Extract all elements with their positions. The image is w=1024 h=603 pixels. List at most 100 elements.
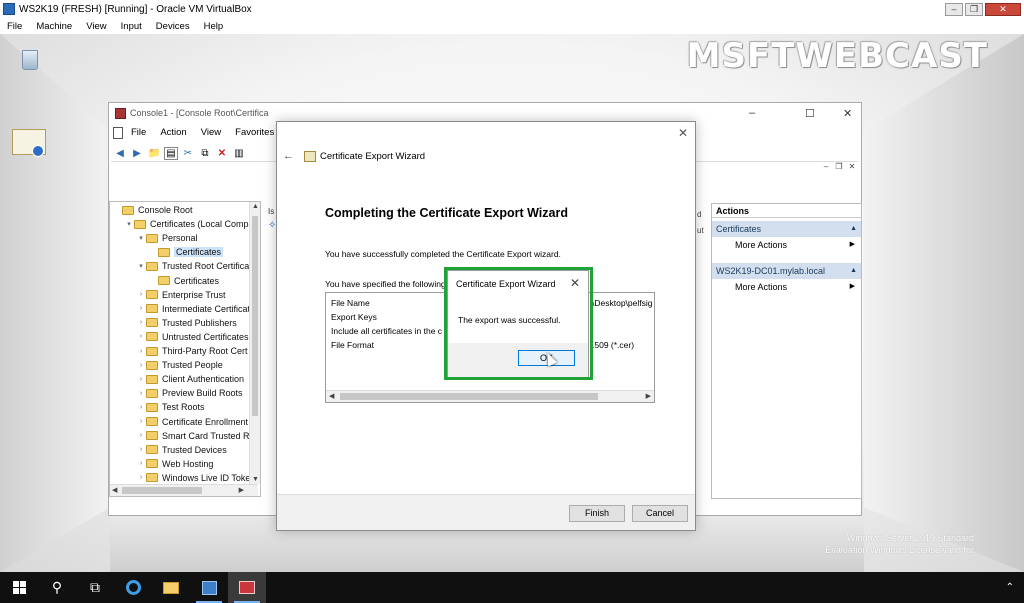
tree-item[interactable]: › Intermediate Certificate bbox=[136, 302, 255, 316]
tree-item[interactable]: ▾ Personal bbox=[136, 231, 197, 245]
restore-icon[interactable]: ❐ bbox=[965, 2, 983, 16]
dialog-footer: OK bbox=[448, 343, 588, 377]
tree-item[interactable]: › Windows Live ID Toke bbox=[136, 471, 251, 485]
tree-item[interactable]: › Test Roots bbox=[136, 400, 205, 414]
taskbar-file-explorer[interactable] bbox=[152, 572, 190, 603]
tree-item[interactable]: › Untrusted Certificates bbox=[136, 330, 249, 344]
recycle-bin-icon[interactable] bbox=[14, 44, 46, 74]
tree-item[interactable]: Certificates bbox=[148, 274, 219, 288]
task-view-icon[interactable]: ⧉ bbox=[76, 572, 114, 603]
menu-machine[interactable]: Machine bbox=[29, 21, 79, 32]
taskbar-mmc[interactable] bbox=[228, 572, 266, 603]
mmc-menu-file[interactable]: File bbox=[125, 127, 154, 139]
tree-item[interactable]: › Web Hosting bbox=[136, 457, 214, 471]
expand-arrow-icon[interactable]: › bbox=[136, 404, 146, 411]
expand-arrow-icon[interactable]: › bbox=[136, 446, 146, 453]
tree-item[interactable]: › Trusted Devices bbox=[136, 443, 227, 457]
mmc-menu-action[interactable]: Action bbox=[154, 127, 194, 139]
taskbar: ⚲ ⧉ ⌃ bbox=[0, 572, 1024, 603]
tree-item[interactable]: › Trusted People bbox=[136, 358, 223, 372]
folder-icon bbox=[146, 290, 158, 300]
taskbar-internet-explorer[interactable] bbox=[114, 572, 152, 603]
tree-item[interactable]: › Client Authentication bbox=[136, 372, 244, 386]
tree-item[interactable]: › Smart Card Trusted R bbox=[136, 429, 250, 443]
search-icon[interactable]: ⚲ bbox=[38, 572, 76, 603]
dialog-close-icon[interactable]: ✕ bbox=[570, 276, 580, 290]
expand-arrow-icon[interactable]: › bbox=[136, 291, 146, 298]
up-folder-icon[interactable]: 📁 bbox=[147, 147, 161, 160]
tree-item[interactable]: Certificates bbox=[148, 245, 224, 259]
tree-item[interactable]: › Preview Build Roots bbox=[136, 386, 243, 400]
menu-help[interactable]: Help bbox=[197, 21, 231, 32]
expand-arrow-icon[interactable]: › bbox=[136, 432, 146, 439]
tree-vscroll-thumb[interactable] bbox=[252, 216, 258, 416]
expand-arrow-icon[interactable]: › bbox=[136, 418, 146, 425]
show-hide-tree-icon[interactable]: ▤ bbox=[164, 146, 178, 160]
cancel-button[interactable]: Cancel bbox=[632, 505, 688, 522]
close-icon[interactable]: ✕ bbox=[843, 107, 852, 120]
back-icon[interactable]: ◀ bbox=[113, 147, 127, 160]
wizard-close-icon[interactable]: ✕ bbox=[678, 126, 688, 140]
actions-section-certificates[interactable]: Certificates ▲ bbox=[712, 221, 861, 237]
expand-arrow-icon[interactable]: › bbox=[136, 390, 146, 397]
mdi-restore-icon[interactable]: ❐ bbox=[834, 163, 844, 172]
menu-file[interactable]: File bbox=[0, 21, 29, 32]
collapse-icon[interactable]: ▲ bbox=[850, 263, 857, 279]
expand-arrow-icon[interactable]: › bbox=[136, 460, 146, 467]
mmc-menu-view[interactable]: View bbox=[195, 127, 229, 139]
mmc-menu-favorites[interactable]: Favorites bbox=[229, 127, 282, 139]
collapse-icon[interactable]: ▲ bbox=[850, 221, 857, 237]
expand-arrow-icon[interactable]: › bbox=[136, 348, 146, 355]
menu-view[interactable]: View bbox=[79, 21, 113, 32]
tree-horizontal-scrollbar[interactable]: ◀ ▶ bbox=[110, 484, 258, 496]
expand-arrow-icon[interactable]: › bbox=[136, 362, 146, 369]
start-button[interactable] bbox=[0, 572, 38, 603]
delete-icon[interactable]: ✕ bbox=[215, 147, 229, 160]
tree-item-label: Console Root bbox=[138, 205, 193, 215]
taskbar-server-manager[interactable] bbox=[190, 572, 228, 603]
certificate-file-icon[interactable] bbox=[10, 127, 48, 163]
tree-item[interactable]: ▾ Trusted Root Certifica bbox=[136, 259, 249, 273]
tree-hscroll-thumb[interactable] bbox=[122, 487, 202, 494]
actions-section-host[interactable]: WS2K19-DC01.mylab.local ▲ bbox=[712, 263, 861, 279]
back-arrow-icon[interactable]: ← bbox=[283, 150, 294, 162]
expand-arrow-icon[interactable]: › bbox=[136, 376, 146, 383]
actions-section-certificates-label: Certificates bbox=[716, 224, 762, 234]
expand-arrow-icon[interactable]: › bbox=[136, 319, 146, 326]
copy-icon[interactable]: ⧉ bbox=[198, 147, 212, 160]
more-actions-label: More Actions bbox=[735, 240, 788, 250]
menu-input[interactable]: Input bbox=[114, 21, 149, 32]
expand-arrow-icon[interactable]: ▾ bbox=[124, 220, 134, 228]
cut-icon[interactable]: ✂ bbox=[181, 147, 195, 160]
actions-more-actions-2[interactable]: More Actions ▶ bbox=[712, 279, 861, 295]
tree-vertical-scrollbar[interactable]: ▲ ▼ bbox=[249, 202, 260, 484]
maximize-icon[interactable]: ☐ bbox=[805, 107, 815, 120]
properties-icon[interactable]: ▥ bbox=[232, 147, 246, 160]
expand-arrow-icon[interactable]: ▾ bbox=[136, 234, 146, 242]
summary-scroll-thumb[interactable] bbox=[340, 393, 598, 400]
tree-item[interactable]: Console Root bbox=[112, 203, 193, 217]
finish-button[interactable]: Finish bbox=[569, 505, 625, 522]
summary-row-file-format: File Format bbox=[331, 340, 374, 350]
forward-icon[interactable]: ▶ bbox=[130, 147, 144, 160]
tree-item[interactable]: ▾ Certificates (Local Compi bbox=[124, 217, 250, 231]
summary-horizontal-scrollbar[interactable]: ◀ ▶ bbox=[326, 390, 654, 402]
actions-more-actions-1[interactable]: More Actions ▶ bbox=[712, 237, 861, 253]
expand-arrow-icon[interactable]: › bbox=[136, 333, 146, 340]
close-icon[interactable]: ✕ bbox=[985, 2, 1021, 16]
minimize-icon[interactable]: – bbox=[945, 2, 963, 16]
folder-icon bbox=[146, 417, 158, 426]
mdi-minimize-icon[interactable]: – bbox=[821, 163, 831, 172]
expand-arrow-icon[interactable]: ▾ bbox=[136, 262, 146, 270]
expand-arrow-icon[interactable]: › bbox=[136, 474, 146, 481]
show-hidden-icons-icon[interactable]: ⌃ bbox=[1006, 582, 1014, 593]
folder-icon bbox=[146, 304, 158, 314]
mdi-close-icon[interactable]: ✕ bbox=[847, 163, 857, 172]
menu-devices[interactable]: Devices bbox=[149, 21, 197, 32]
tree-item[interactable]: › Enterprise Trust bbox=[136, 288, 226, 302]
minimize-icon[interactable]: – bbox=[749, 107, 755, 119]
tree-item[interactable]: › Trusted Publishers bbox=[136, 316, 237, 330]
tree-item[interactable]: › Certificate Enrollment bbox=[136, 415, 248, 429]
tree-item[interactable]: › Third-Party Root Cert bbox=[136, 344, 248, 358]
expand-arrow-icon[interactable]: › bbox=[136, 305, 146, 312]
